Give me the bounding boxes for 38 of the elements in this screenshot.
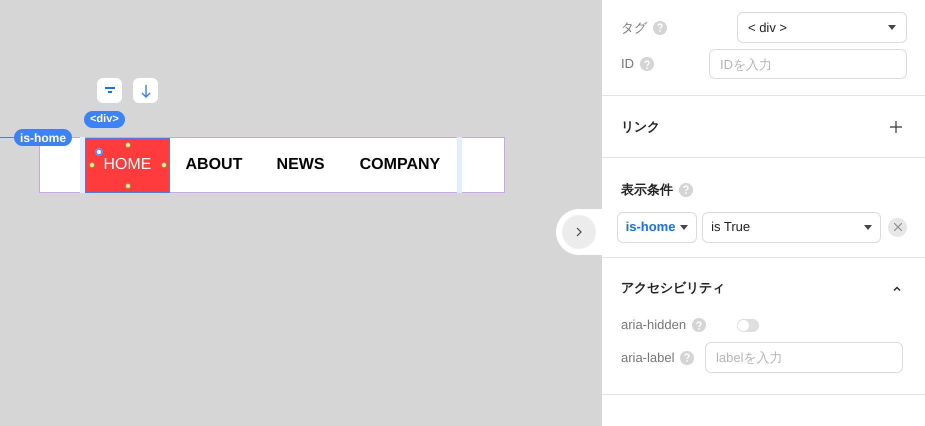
plus-icon [890,120,902,132]
section-title: 表示条件 [621,181,673,199]
field-label: aria-hidden [621,316,686,334]
tag-select[interactable]: < div > [737,12,907,43]
aria-label-input[interactable]: labelを入力 [705,342,903,373]
filter-icon [104,86,114,94]
add-link-button[interactable] [889,120,903,134]
field-label: タグ [621,18,647,37]
chevron-right-icon [576,227,582,237]
resize-handle[interactable] [161,162,167,168]
down-arrow-icon [140,84,150,98]
resize-handle[interactable] [125,182,131,188]
aria-hidden-toggle[interactable] [737,318,759,332]
align-button[interactable] [97,78,122,103]
nav-item[interactable]: NEWS [258,138,343,192]
collapse-section-button[interactable] [893,284,903,292]
variable-select[interactable]: is-home [617,212,698,242]
field-label: ID [621,55,634,74]
move-down-button[interactable] [133,78,158,103]
rotate-handle[interactable] [95,148,103,156]
operator-select[interactable]: is True [702,212,882,242]
caret-icon [864,224,872,230]
nav-item[interactable]: HOME [85,138,170,192]
condition-badge: is-home [14,129,72,146]
section-title: アクセシビリティ [621,279,725,298]
section-title: リンク [621,118,660,136]
remove-condition-button[interactable] [888,218,907,236]
caret-icon [888,25,896,30]
caret-icon [680,224,688,230]
close-icon [894,223,902,231]
resize-handle[interactable] [125,142,131,148]
nav-item[interactable]: COMPANY [342,138,457,192]
chevron-up-icon [893,286,901,290]
id-input[interactable]: IDを入力 [709,49,907,79]
element-tag-badge: <div> [84,111,125,128]
resize-handle[interactable] [89,162,95,168]
nav-item[interactable]: ABOUT [170,138,258,192]
field-label: aria-label [621,348,674,367]
